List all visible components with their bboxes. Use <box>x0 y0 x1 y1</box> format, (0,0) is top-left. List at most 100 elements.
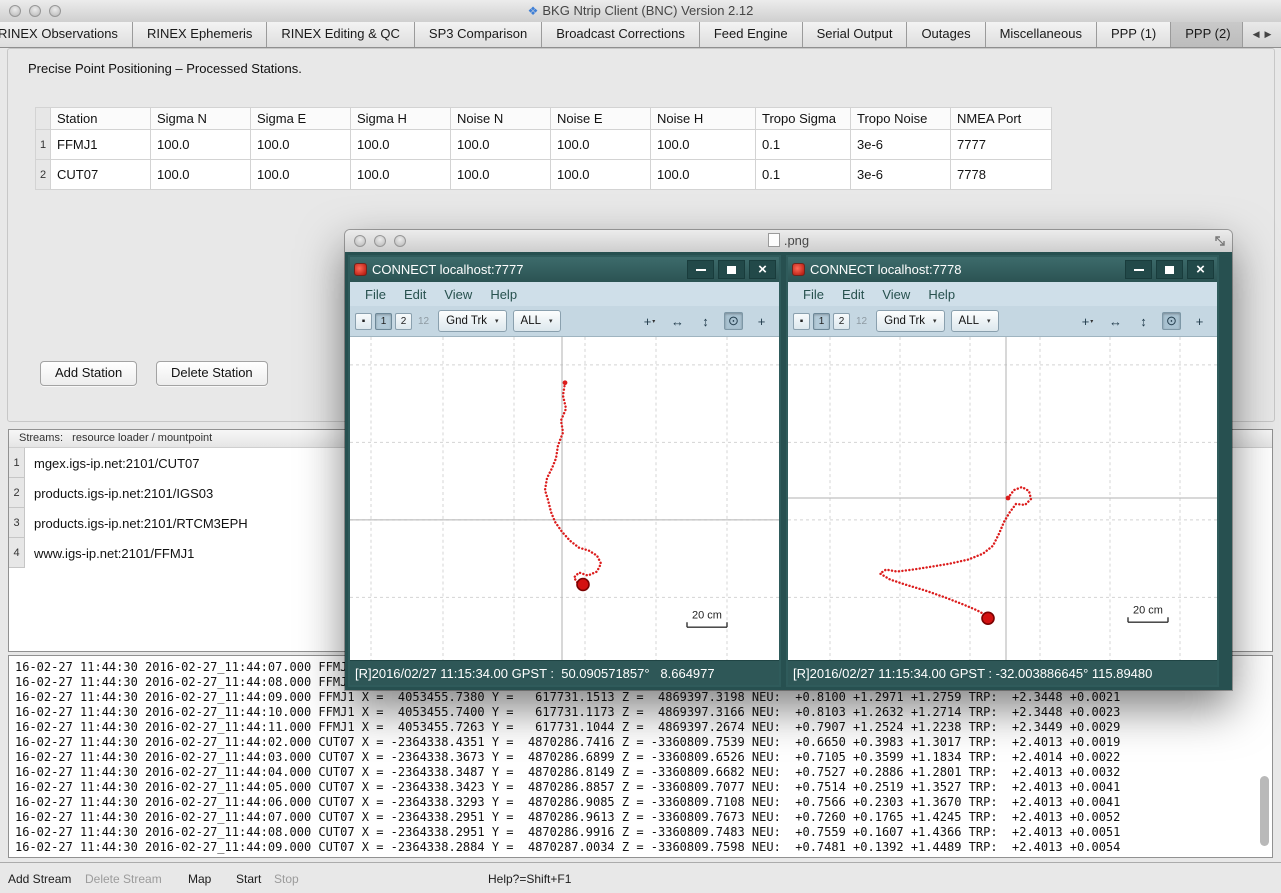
stream-toggle-button[interactable]: ▪ <box>355 313 372 330</box>
plot-type-dropdown[interactable]: Gnd Trk▾ <box>438 310 506 332</box>
tab-sp3-comparison[interactable]: SP3 Comparison <box>415 22 542 47</box>
tab-outages[interactable]: Outages <box>907 22 985 47</box>
overlay-title: .png <box>345 233 1232 248</box>
column-header-sigma-e[interactable]: Sigma E <box>251 108 351 130</box>
column-header-tropo-noise[interactable]: Tropo Noise <box>851 108 951 130</box>
table-cell[interactable]: 3e-6 <box>851 130 951 160</box>
fix-center-icon[interactable]: ⊙ <box>1162 312 1181 330</box>
center-menu-icon[interactable]: +▾ <box>1078 312 1097 330</box>
table-cell[interactable]: 100.0 <box>151 130 251 160</box>
add-station-button[interactable]: Add Station <box>40 361 137 386</box>
plot-window-2: CONNECT localhost:7778× FileEditViewHelp ▪… <box>786 255 1219 687</box>
table-cell[interactable]: 100.0 <box>551 160 651 190</box>
maximize-button[interactable] <box>1156 260 1183 279</box>
close-button[interactable]: × <box>1187 260 1214 279</box>
plot-canvas[interactable]: 20 cm <box>350 337 779 660</box>
tab-scroll-right-icon[interactable]: ▶ <box>1265 29 1272 40</box>
stop-action[interactable]: Stop <box>274 872 299 886</box>
tab-rinex-editing-qc[interactable]: RINEX Editing & QC <box>267 22 415 47</box>
minimize-button[interactable] <box>687 260 714 279</box>
stations-table: StationSigma NSigma ESigma HNoise NNoise… <box>35 107 1052 190</box>
pane-2-button[interactable]: 2 <box>833 313 850 330</box>
column-header-sigma-h[interactable]: Sigma H <box>351 108 451 130</box>
map-action[interactable]: Map <box>188 872 211 886</box>
stream-toggle-button[interactable]: ▪ <box>793 313 810 330</box>
cursor-track-icon[interactable]: + <box>752 312 771 330</box>
close-button[interactable]: × <box>749 260 776 279</box>
fix-center-icon[interactable]: ⊙ <box>724 312 743 330</box>
table-cell[interactable]: CUT07 <box>51 160 151 190</box>
table-cell[interactable]: 0.1 <box>756 160 851 190</box>
plot-canvas[interactable]: 20 cm <box>788 337 1217 660</box>
add-stream-action[interactable]: Add Stream <box>8 872 71 886</box>
maximize-button[interactable] <box>718 260 745 279</box>
satellite-dropdown[interactable]: ALL▾ <box>951 310 999 332</box>
table-cell[interactable]: FFMJ1 <box>51 130 151 160</box>
tab-ppp-1[interactable]: PPP (1) <box>1097 22 1171 47</box>
plot-type-value: Gnd Trk <box>446 315 487 327</box>
table-cell[interactable]: 100.0 <box>351 160 451 190</box>
tab-ppp-2[interactable]: PPP (2) <box>1171 22 1245 47</box>
table-cell[interactable]: 3e-6 <box>851 160 951 190</box>
pane-12-button: 12 <box>853 316 870 327</box>
table-cell[interactable]: 7778 <box>951 160 1052 190</box>
fit-horizontal-icon[interactable]: ↔ <box>668 312 687 330</box>
tab-broadcast-corrections[interactable]: Broadcast Corrections <box>542 22 700 47</box>
menu-view[interactable]: View <box>873 287 919 302</box>
tab-feed-engine[interactable]: Feed Engine <box>700 22 803 47</box>
overlay-titlebar[interactable]: .png <box>345 230 1232 253</box>
plot-type-value: Gnd Trk <box>884 315 925 327</box>
center-menu-icon[interactable]: +▾ <box>640 312 659 330</box>
pane-1-button[interactable]: 1 <box>375 313 392 330</box>
table-cell[interactable]: 100.0 <box>251 130 351 160</box>
plot-type-dropdown[interactable]: Gnd Trk ▾ <box>876 310 944 332</box>
menu-edit[interactable]: Edit <box>833 287 873 302</box>
menu-edit[interactable]: Edit <box>395 287 435 302</box>
delete-station-button[interactable]: Delete Station <box>156 361 268 386</box>
pane-2-button[interactable]: 2 <box>395 313 412 330</box>
fit-horizontal-icon[interactable]: ↔ <box>1106 312 1125 330</box>
table-cell[interactable]: 100.0 <box>451 130 551 160</box>
table-cell[interactable]: 100.0 <box>451 160 551 190</box>
column-header-sigma-n[interactable]: Sigma N <box>151 108 251 130</box>
column-header-noise-e[interactable]: Noise E <box>551 108 651 130</box>
fit-vertical-icon[interactable]: ↕ <box>1134 312 1153 330</box>
tab-rinex-ephemeris[interactable]: RINEX Ephemeris <box>133 22 267 47</box>
minimize-button[interactable] <box>1125 260 1152 279</box>
column-header-noise-h[interactable]: Noise H <box>651 108 756 130</box>
satellite-dropdown[interactable]: ALL▾ <box>513 310 561 332</box>
fit-vertical-icon[interactable]: ↕ <box>696 312 715 330</box>
plot-window-titlebar[interactable]: CONNECT localhost:7778× <box>788 257 1217 282</box>
menu-file[interactable]: File <box>794 287 833 302</box>
table-cell[interactable]: 100.0 <box>251 160 351 190</box>
table-cell[interactable]: 0.1 <box>756 130 851 160</box>
table-cell[interactable]: 100.0 <box>551 130 651 160</box>
table-cell[interactable]: 100.0 <box>651 130 756 160</box>
menu-view[interactable]: View <box>435 287 481 302</box>
cursor-track-icon[interactable]: + <box>1190 312 1209 330</box>
delete-stream-action[interactable]: Delete Stream <box>85 872 162 886</box>
column-header-tropo-sigma[interactable]: Tropo Sigma <box>756 108 851 130</box>
plot-toolbar: ▪1212Gnd Trk▾ALL▾+▾↔↕⊙+ <box>788 306 1217 337</box>
chevron-down-icon: ▾ <box>933 317 937 325</box>
menu-help[interactable]: Help <box>919 287 964 302</box>
menu-help[interactable]: Help <box>481 287 526 302</box>
pane-1-button[interactable]: 1 <box>813 313 830 330</box>
column-header-station[interactable]: Station <box>51 108 151 130</box>
menu-file[interactable]: File <box>356 287 395 302</box>
start-action[interactable]: Start <box>236 872 261 886</box>
table-cell[interactable]: 7777 <box>951 130 1052 160</box>
tab-rinex-observations[interactable]: RINEX Observations <box>0 22 133 47</box>
plot-status-bar: [R]2016/02/27 11:15:34.00 GPST : -32.003… <box>788 660 1217 685</box>
resize-icon[interactable] <box>1214 235 1226 247</box>
tab-serial-output[interactable]: Serial Output <box>803 22 908 47</box>
table-cell[interactable]: 100.0 <box>351 130 451 160</box>
column-header-noise-n[interactable]: Noise N <box>451 108 551 130</box>
table-cell[interactable]: 100.0 <box>651 160 756 190</box>
tab-miscellaneous[interactable]: Miscellaneous <box>986 22 1097 47</box>
log-scrollbar-thumb[interactable] <box>1260 776 1269 846</box>
column-header-nmea-port[interactable]: NMEA Port <box>951 108 1052 130</box>
table-cell[interactable]: 100.0 <box>151 160 251 190</box>
plot-window-titlebar[interactable]: CONNECT localhost:7777× <box>350 257 779 282</box>
tab-scroll-left-icon[interactable]: ◀ <box>1253 29 1260 40</box>
